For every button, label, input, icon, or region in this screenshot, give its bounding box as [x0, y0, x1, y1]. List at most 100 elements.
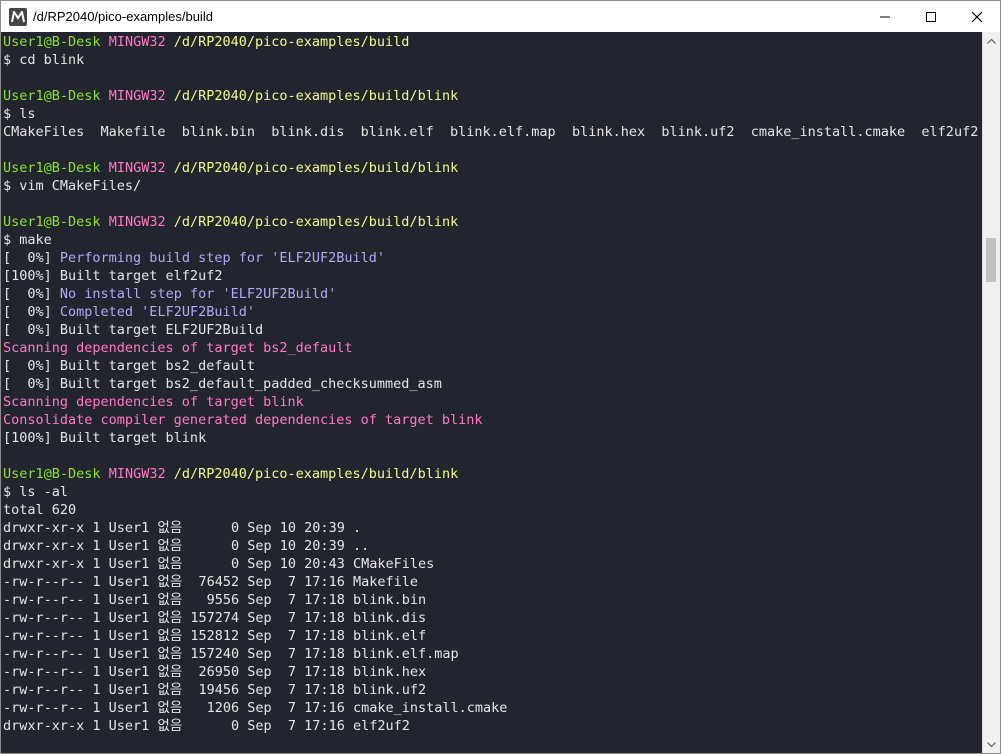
terminal-text: -rw-r--r-- 1 User1 없음 157240 Sep 7 17:18… [3, 646, 459, 662]
terminal-text: /d/RP2040/pico-examples/build/blink [173, 214, 459, 230]
terminal-text: MINGW32 [108, 214, 166, 230]
terminal-text: $ cd blink [3, 52, 85, 68]
terminal-text: total 620 [3, 502, 77, 518]
terminal-line: $ vim CMakeFiles/ [3, 177, 983, 195]
terminal-text: User1@B-Desk [3, 34, 101, 50]
terminal-text: User1@B-Desk [3, 214, 101, 230]
terminal-line: -rw-r--r-- 1 User1 없음 157240 Sep 7 17:18… [3, 645, 983, 663]
terminal-line: drwxr-xr-x 1 User1 없음 0 Sep 10 20:39 .. [3, 537, 983, 555]
terminal-window: /d/RP2040/pico-examples/build User1@B-De… [0, 0, 1001, 754]
terminal-line: [100%] Built target elf2uf2 [3, 267, 983, 285]
terminal-text: [ 0%] Built target ELF2UF2Build [3, 322, 264, 338]
window-title: /d/RP2040/pico-examples/build [33, 9, 213, 24]
terminal-text: [ 0%] [3, 304, 60, 320]
terminal-line: Scanning dependencies of target bs2_defa… [3, 339, 983, 357]
terminal-text: $ ls -al [3, 484, 69, 500]
terminal-line: User1@B-Desk MINGW32 /d/RP2040/pico-exam… [3, 33, 983, 51]
terminal-line: $ ls [3, 105, 983, 123]
minimize-button[interactable] [862, 1, 908, 32]
terminal-text: -rw-r--r-- 1 User1 없음 152812 Sep 7 17:18… [3, 628, 427, 644]
terminal-text: -rw-r--r-- 1 User1 없음 26950 Sep 7 17:18 … [3, 664, 427, 680]
terminal-text: [100%] Built target blink [3, 430, 207, 446]
terminal-text: MINGW32 [108, 466, 166, 482]
terminal-text: Scanning dependencies of target blink [3, 394, 304, 410]
terminal-line: [ 0%] Built target bs2_default [3, 357, 983, 375]
terminal-text: $ vim CMakeFiles/ [3, 178, 142, 194]
terminal-text: /d/RP2040/pico-examples/build/blink [173, 160, 459, 176]
terminal-text: User1@B-Desk [3, 466, 101, 482]
title-bar[interactable]: /d/RP2040/pico-examples/build [1, 1, 1000, 32]
terminal-text: drwxr-xr-x 1 User1 없음 0 Sep 10 20:39 .. [3, 538, 370, 554]
terminal-line: [ 0%] No install step for 'ELF2UF2Build' [3, 285, 983, 303]
terminal-line: [ 0%] Built target ELF2UF2Build [3, 321, 983, 339]
terminal-text: -rw-r--r-- 1 User1 없음 157274 Sep 7 17:18… [3, 610, 427, 626]
terminal-line: $ cd blink [3, 51, 983, 69]
terminal-text: [ 0%] Built target bs2_default_padded_ch… [3, 376, 442, 392]
terminal-line: -rw-r--r-- 1 User1 없음 1206 Sep 7 17:16 c… [3, 699, 983, 717]
terminal-text: drwxr-xr-x 1 User1 없음 0 Sep 7 17:16 elf2… [3, 718, 410, 734]
terminal-text: /d/RP2040/pico-examples/build/blink [173, 466, 459, 482]
terminal-text: Performing build step for 'ELF2UF2Build' [59, 250, 386, 266]
scroll-up-arrow[interactable] [983, 32, 1000, 49]
minimize-icon [880, 16, 890, 17]
terminal-line: User1@B-Desk MINGW32 /d/RP2040/pico-exam… [3, 465, 983, 483]
terminal-output[interactable]: User1@B-Desk MINGW32 /d/RP2040/pico-exam… [1, 32, 983, 753]
terminal-line: -rw-r--r-- 1 User1 없음 26950 Sep 7 17:18 … [3, 663, 983, 681]
terminal-line: User1@B-Desk MINGW32 /d/RP2040/pico-exam… [3, 213, 983, 231]
terminal-line: total 620 [3, 501, 983, 519]
terminal-text: Scanning dependencies of target bs2_defa… [3, 340, 353, 356]
terminal-text: /d/RP2040/pico-examples/build/blink [173, 88, 459, 104]
vertical-scrollbar[interactable] [982, 32, 1000, 753]
terminal-text: -rw-r--r-- 1 User1 없음 76452 Sep 7 17:16 … [3, 574, 418, 590]
terminal-line: drwxr-xr-x 1 User1 없음 0 Sep 7 17:16 elf2… [3, 717, 983, 735]
terminal-text: MINGW32 [108, 34, 166, 50]
terminal-line: -rw-r--r-- 1 User1 없음 152812 Sep 7 17:18… [3, 627, 983, 645]
terminal-text: Consolidate compiler generated dependenc… [3, 412, 483, 428]
chevron-up-icon [987, 38, 996, 44]
terminal-line: drwxr-xr-x 1 User1 없음 0 Sep 10 20:39 . [3, 519, 983, 537]
terminal-line: User1@B-Desk MINGW32 /d/RP2040/pico-exam… [3, 159, 983, 177]
terminal-text: [ 0%] [3, 286, 60, 302]
mintty-app-icon[interactable] [9, 7, 27, 26]
terminal-line: Consolidate compiler generated dependenc… [3, 411, 983, 429]
terminal-line: [ 0%] Completed 'ELF2UF2Build' [3, 303, 983, 321]
scrollbar-thumb[interactable] [986, 238, 996, 282]
chevron-down-icon [987, 741, 996, 747]
terminal-line: -rw-r--r-- 1 User1 없음 157274 Sep 7 17:18… [3, 609, 983, 627]
terminal-line: -rw-r--r-- 1 User1 없음 9556 Sep 7 17:18 b… [3, 591, 983, 609]
terminal-text: User1@B-Desk [3, 160, 101, 176]
terminal-text: -rw-r--r-- 1 User1 없음 9556 Sep 7 17:18 b… [3, 592, 427, 608]
terminal-line: CMakeFiles Makefile blink.bin blink.dis … [3, 123, 983, 141]
terminal-text: No install step for 'ELF2UF2Build' [59, 286, 337, 302]
terminal-text: User1@B-Desk [3, 88, 101, 104]
terminal-line: $ ls -al [3, 483, 983, 501]
terminal-text: $ make [3, 232, 52, 248]
terminal-text: [ 0%] [3, 250, 60, 266]
close-icon [971, 11, 983, 22]
terminal-line: [ 0%] Built target bs2_default_padded_ch… [3, 375, 983, 393]
close-button[interactable] [954, 1, 1000, 32]
terminal-line: [ 0%] Performing build step for 'ELF2UF2… [3, 249, 983, 267]
terminal-text: MINGW32 [108, 160, 166, 176]
terminal-text: [ 0%] Built target bs2_default [3, 358, 255, 374]
terminal-text: drwxr-xr-x 1 User1 없음 0 Sep 10 20:39 . [3, 520, 362, 536]
terminal-line: -rw-r--r-- 1 User1 없음 19456 Sep 7 17:18 … [3, 681, 983, 699]
terminal-text: CMakeFiles Makefile blink.bin blink.dis … [3, 124, 979, 140]
maximize-button[interactable] [908, 1, 954, 32]
maximize-icon [926, 11, 936, 22]
scroll-down-arrow[interactable] [983, 736, 1000, 753]
terminal-line: drwxr-xr-x 1 User1 없음 0 Sep 10 20:43 CMa… [3, 555, 983, 573]
terminal-text: [100%] Built target elf2uf2 [3, 268, 223, 284]
terminal-line: [100%] Built target blink [3, 429, 983, 447]
terminal-text: MINGW32 [108, 88, 166, 104]
